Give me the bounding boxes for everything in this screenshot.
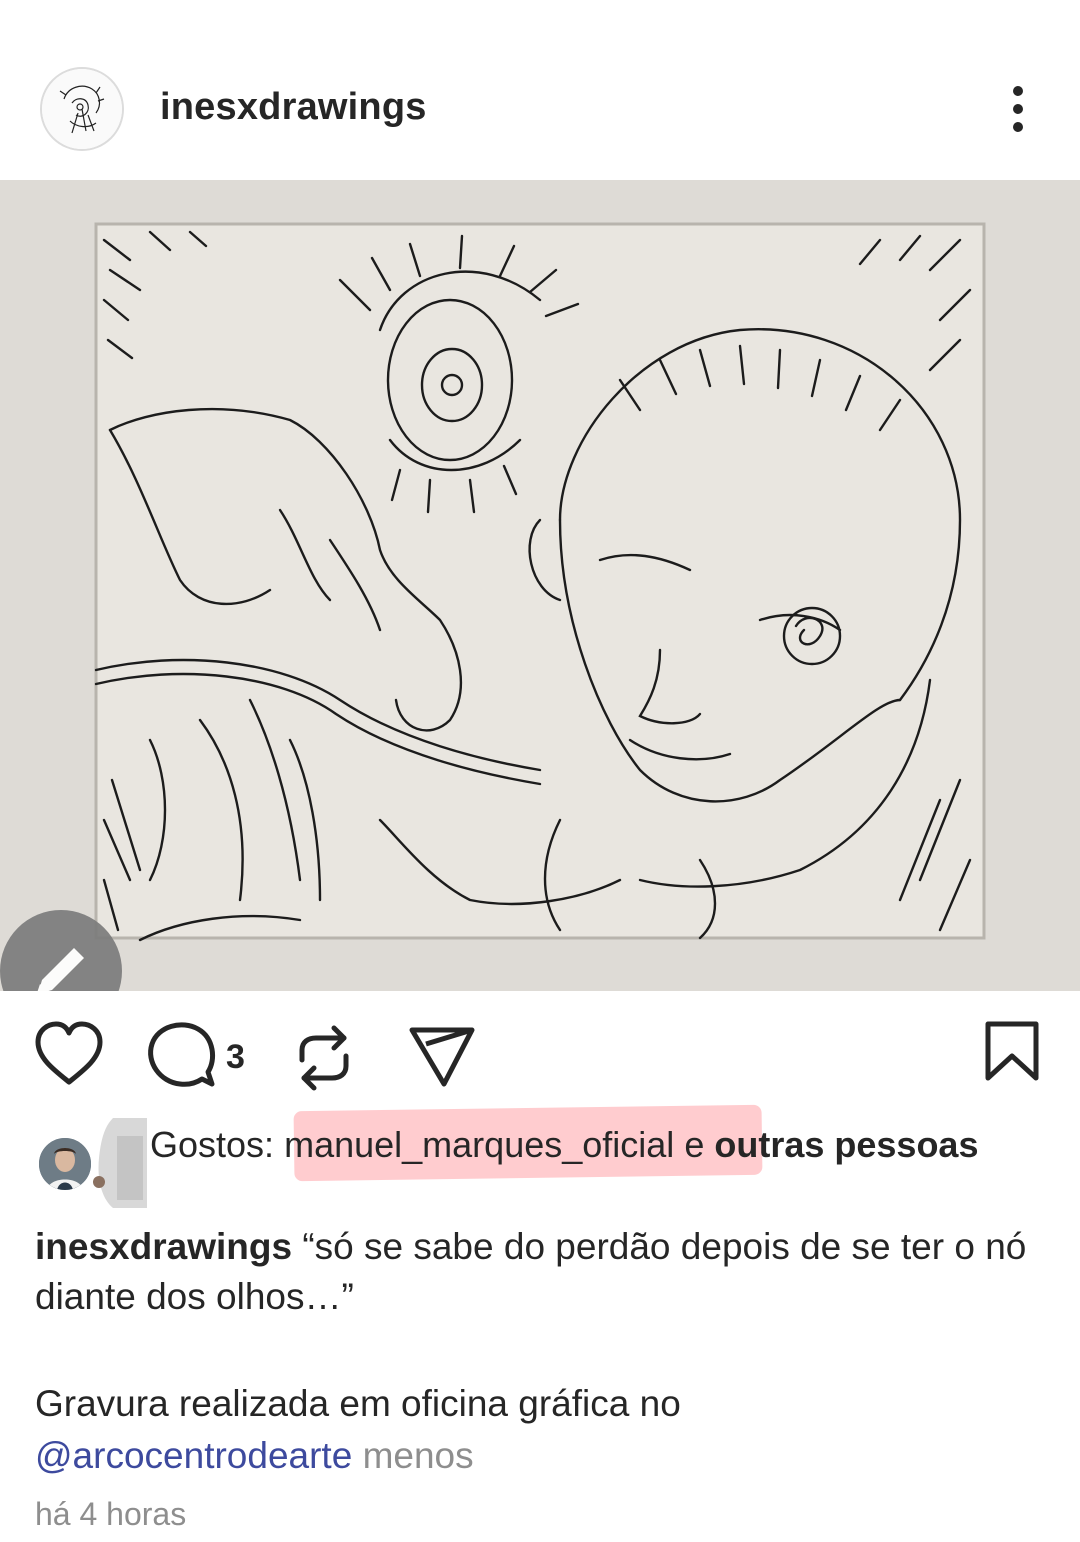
caption-username[interactable]: inesxdrawings bbox=[35, 1226, 292, 1267]
send-icon bbox=[409, 1027, 475, 1087]
post-image[interactable] bbox=[0, 180, 1080, 991]
share-button[interactable] bbox=[406, 1016, 478, 1096]
pencil-icon bbox=[37, 948, 84, 991]
likes-others-link[interactable]: outras pessoas bbox=[714, 1124, 978, 1165]
caption-line2: Gravura realizada em oficina gráfica no bbox=[35, 1383, 681, 1424]
comment-count[interactable]: 3 bbox=[226, 1038, 245, 1077]
repost-button[interactable] bbox=[292, 1016, 356, 1096]
post-timestamp: há 4 horas bbox=[35, 1496, 187, 1532]
caption-less-link[interactable]: menos bbox=[363, 1435, 474, 1476]
author-username[interactable]: inesxdrawings bbox=[160, 86, 427, 129]
likes-connector: e bbox=[684, 1124, 705, 1165]
liker-avatar-1 bbox=[37, 1136, 93, 1192]
save-button[interactable] bbox=[980, 1016, 1044, 1096]
likes-label: Gostos: bbox=[150, 1124, 275, 1165]
caption-mention[interactable]: @arcocentrodearte bbox=[35, 1435, 352, 1476]
like-button[interactable] bbox=[34, 1016, 104, 1096]
likes-summary[interactable]: Gostos: manuel_marques_oficial e outras … bbox=[150, 1124, 1036, 1166]
post-actions bbox=[0, 1016, 1080, 1096]
post-header: inesxdrawings bbox=[0, 0, 1080, 180]
post-caption-continued: Gravura realizada em oficina gráfica no … bbox=[35, 1378, 1055, 1482]
first-liker-username[interactable]: manuel_marques_oficial bbox=[284, 1124, 674, 1165]
heart-icon bbox=[35, 1021, 103, 1085]
comment-icon bbox=[148, 1022, 216, 1087]
author-avatar[interactable] bbox=[40, 67, 124, 151]
liker-avatar-2 bbox=[93, 1118, 147, 1208]
comment-button[interactable] bbox=[146, 1016, 220, 1096]
more-options-icon[interactable] bbox=[996, 82, 1040, 136]
bookmark-icon bbox=[985, 1021, 1039, 1081]
post-caption: inesxdrawings “só se sabe do perdão depo… bbox=[35, 1222, 1055, 1322]
repost-icon bbox=[299, 1025, 349, 1091]
edit-button[interactable] bbox=[0, 910, 122, 991]
